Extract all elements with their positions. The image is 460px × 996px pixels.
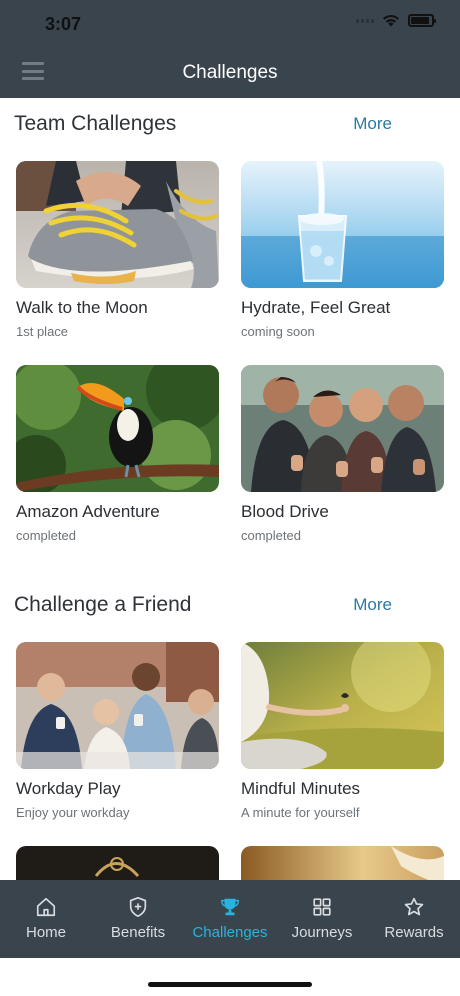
challenge-name: Blood Drive [241, 502, 329, 521]
shield-plus-icon [129, 897, 147, 917]
home-icon [36, 897, 56, 917]
challenge-card-mindful-minutes[interactable]: Mindful Minutes A minute for yourself [241, 642, 444, 820]
bottom-tab-bar: Home Benefits Challenges Journeys Reward… [0, 880, 460, 958]
tab-label: Benefits [110, 924, 166, 941]
challenge-name: Hydrate, Feel Great [241, 298, 391, 317]
tab-challenges[interactable]: Challenges [184, 880, 276, 958]
challenge-a-friend-more-link[interactable]: More [353, 595, 392, 615]
team-challenges-more-link[interactable]: More [353, 114, 392, 134]
challenge-card-hydrate-feel-great[interactable]: Hydrate, Feel Great coming soon [241, 161, 444, 339]
challenge-card-workday-play[interactable]: Workday Play Enjoy your workday [16, 642, 219, 820]
tab-label: Challenges [192, 924, 268, 941]
tab-journeys[interactable]: Journeys [276, 880, 368, 958]
challenge-card-amazon-adventure[interactable]: Amazon Adventure completed [16, 365, 219, 543]
home-indicator[interactable] [148, 982, 312, 987]
challenge-card-blood-drive[interactable]: Blood Drive completed [241, 365, 444, 543]
cellular-signal-icon [356, 18, 374, 23]
challenge-subtitle: A minute for yourself [241, 805, 360, 820]
challenge-card-walk-to-the-moon[interactable]: Walk to the Moon 1st place [16, 161, 219, 339]
toucan-photo [16, 365, 219, 492]
challenge-name: Mindful Minutes [241, 779, 361, 798]
tab-benefits[interactable]: Benefits [92, 880, 184, 958]
status-time: 3:07 [45, 14, 82, 34]
challenge-status: coming soon [241, 324, 315, 339]
section-title-team-challenges: Team Challenges [14, 112, 177, 135]
challenge-status: 1st place [16, 324, 69, 339]
tab-label: Journeys [291, 924, 353, 941]
wifi-icon [383, 15, 399, 27]
group-thumbs-up-photo [241, 365, 444, 492]
coworkers-coffee-photo [16, 642, 219, 769]
challenge-name: Walk to the Moon [16, 298, 148, 317]
challenge-card-partial-right[interactable] [241, 846, 444, 880]
challenges-list[interactable]: Team Challenges More Walk to the Moon 1s… [0, 98, 460, 880]
challenge-name: Workday Play [16, 779, 121, 798]
partial-card-photo [241, 846, 444, 880]
app-header: 3:07 Challenges [0, 0, 460, 98]
water-glass-photo [241, 161, 444, 288]
tab-home[interactable]: Home [0, 880, 92, 958]
challenge-name: Amazon Adventure [16, 502, 160, 521]
tab-label: Home [25, 924, 66, 941]
challenge-status: completed [241, 528, 301, 543]
status-icons [356, 14, 436, 27]
partial-card-photo [16, 846, 219, 880]
challenge-card-partial-left[interactable] [16, 846, 219, 880]
section-title-challenge-a-friend: Challenge a Friend [14, 593, 192, 616]
trophy-icon [221, 898, 239, 916]
battery-icon [408, 14, 436, 27]
tab-rewards[interactable]: Rewards [368, 880, 460, 958]
star-icon [404, 897, 424, 916]
tab-label: Rewards [384, 924, 444, 941]
sneaker-lacing-photo [16, 161, 219, 288]
home-indicator-area [0, 958, 460, 996]
meditation-field-photo [241, 642, 444, 769]
challenge-subtitle: Enjoy your workday [16, 805, 130, 820]
grid-icon [313, 898, 331, 916]
challenge-status: completed [16, 528, 76, 543]
page-title: Challenges [182, 62, 278, 83]
